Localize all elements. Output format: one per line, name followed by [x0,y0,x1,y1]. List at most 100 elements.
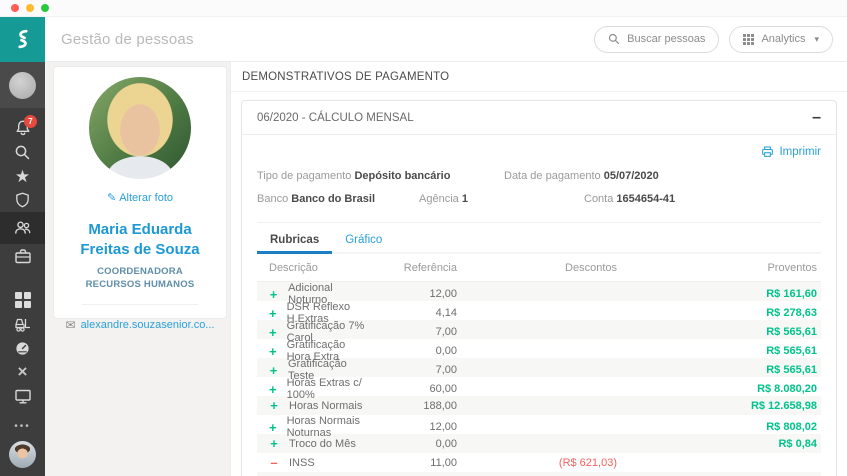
analytics-grid-icon [743,34,754,45]
printer-icon [761,145,774,158]
alterar-foto-link[interactable]: ✎ Alterar foto [107,191,173,204]
row-referencia: 188,00 [371,400,461,412]
shield-icon [14,191,31,209]
sidebar-item-jobs[interactable] [0,244,45,268]
col-proventos: Proventos [621,262,821,274]
sidebar-item-monitor[interactable] [0,384,45,408]
window-titlebar [0,0,847,17]
row-referencia: 11,00 [371,457,461,469]
senior-s-icon [10,26,36,52]
employee-name: Maria Eduarda Freitas de Souza [54,220,226,259]
table-row[interactable]: + Gratificação 7% Carol 7,00 R$ 565,61 [257,320,821,339]
row-descricao: Horas Normais Noturnas [287,415,367,439]
notification-badge: 7 [24,115,37,128]
panel-header[interactable]: 06/2020 - CÁLCULO MENSAL – [242,101,836,135]
row-descricao: Horas Normais [289,400,362,412]
apps-grid-icon [15,292,31,308]
payment-info: Tipo de pagamento Depósito bancário Data… [257,170,821,214]
window-close-button[interactable] [11,4,19,12]
app-header: Gestão de pessoas Buscar pessoas Analyti… [0,17,847,62]
table-row[interactable]: + Horas Normais 188,00 R$ 12.658,98 [257,396,821,415]
tab-rubricas[interactable]: Rubricas [270,234,319,252]
profile-card: ✎ Alterar foto Maria Eduarda Freitas de … [53,66,227,319]
row-expand-icon[interactable]: – [269,456,279,469]
star-icon: ★ [15,168,30,185]
envelope-icon: ✉ [66,318,76,332]
divider [257,222,821,223]
conta-field: Conta 1654654-41 [584,193,675,205]
people-group-icon [13,219,33,237]
sidebar-item-apps[interactable] [0,288,45,312]
analytics-button[interactable]: Analytics ▾ [729,26,833,53]
edit-icon: ✎ [107,191,116,204]
sidebar-item-security[interactable] [0,188,45,212]
col-referencia: Referência [371,262,461,274]
employee-email-link[interactable]: ✉ alexandre.souzasenior.co... [66,318,215,332]
sidebar: 7 ★ [0,62,45,476]
buscar-pessoas-button[interactable]: Buscar pessoas [594,26,719,53]
row-expand-icon[interactable]: + [269,421,277,434]
row-referencia: 12,00 [371,288,461,300]
imprimir-link[interactable]: Imprimir [761,145,821,158]
table-row[interactable]: + Troco do Mês 0,00 R$ 0,84 [257,434,821,453]
profile-panel: ✎ Alterar foto Maria Eduarda Freitas de … [45,62,230,476]
collapse-icon[interactable]: – [812,110,821,126]
row-expand-icon[interactable]: + [269,326,277,339]
window-zoom-button[interactable] [41,4,49,12]
sidebar-item-dashboard[interactable] [0,336,45,360]
table-row[interactable]: + Adicional Noturno 12,00 R$ 161,60 [257,282,821,301]
senior-logo[interactable] [0,17,45,62]
more-options-icon[interactable]: ••• [14,421,31,435]
row-expand-icon[interactable]: + [269,383,277,396]
profile-photo[interactable] [89,77,191,179]
search-icon [14,144,31,161]
row-expand-icon[interactable]: + [269,307,277,320]
row-expand-icon[interactable]: + [269,345,277,358]
row-expand-icon[interactable]: + [269,288,278,301]
row-expand-icon[interactable]: + [269,364,278,377]
row-referencia: 0,00 [371,345,461,357]
payslip-panel: 06/2020 - CÁLCULO MENSAL – Imprimir Tipo… [241,100,837,476]
row-referencia: 4,14 [371,307,461,319]
row-proventos: R$ 808,02 [621,421,821,433]
panel-title: 06/2020 - CÁLCULO MENSAL [257,112,414,124]
sidebar-item-favorites[interactable]: ★ [0,164,45,188]
row-referencia: 7,00 [371,364,461,376]
employee-role: COORDENADORA RECURSOS HUMANOS [54,266,226,292]
row-referencia: 0,00 [371,438,461,450]
sidebar-item-notifications[interactable]: 7 [0,116,45,140]
table-row[interactable]: + Gratificação Hora Extra 0,00 R$ 565,61 [257,339,821,358]
gauge-icon [14,340,31,357]
row-expand-icon[interactable]: + [269,399,279,412]
search-icon [608,33,620,45]
sidebar-item-profile[interactable] [0,62,45,108]
table-row[interactable]: + DSR Reflexo H.Extras 4,14 R$ 278,63 [257,301,821,320]
row-referencia: 60,00 [371,383,461,395]
page-title: Gestão de pessoas [61,31,194,48]
row-proventos: R$ 161,60 [621,288,821,300]
support-agent-avatar[interactable] [9,441,36,468]
table-row[interactable]: + Gratificação Teste 7,00 R$ 565,61 [257,358,821,377]
row-proventos: R$ 0,84 [621,438,821,450]
tipo-pagamento-field: Tipo de pagamento Depósito bancário [257,170,450,182]
table-row[interactable]: + Horas Normais Noturnas 12,00 R$ 808,02 [257,415,821,434]
window-minimize-button[interactable] [26,4,34,12]
table-body: + Adicional Noturno 12,00 R$ 161,60 + DS… [257,282,821,472]
next-row-sliver [257,472,821,476]
col-descontos: Descontos [461,262,621,274]
tab-grafico[interactable]: Gráfico [345,234,382,252]
row-proventos: R$ 8.080,20 [621,383,821,395]
sidebar-item-people[interactable] [0,212,45,244]
sidebar-item-search[interactable] [0,140,45,164]
row-proventos: R$ 565,61 [621,345,821,357]
sidebar-item-close[interactable]: × [0,360,45,384]
row-proventos: R$ 278,63 [621,307,821,319]
table-row[interactable]: – INSS 11,00 (R$ 621,03) [257,453,821,472]
row-expand-icon[interactable]: + [269,437,279,450]
table-row[interactable]: + Horas Extras c/ 100% 60,00 R$ 8.080,20 [257,377,821,396]
table-header: Descrição Referência Descontos Proventos [257,254,821,282]
chevron-down-icon: ▾ [814,34,819,45]
row-descricao: INSS [289,457,315,469]
row-proventos: R$ 12.658,98 [621,400,821,412]
sidebar-item-logistics[interactable] [0,312,45,336]
